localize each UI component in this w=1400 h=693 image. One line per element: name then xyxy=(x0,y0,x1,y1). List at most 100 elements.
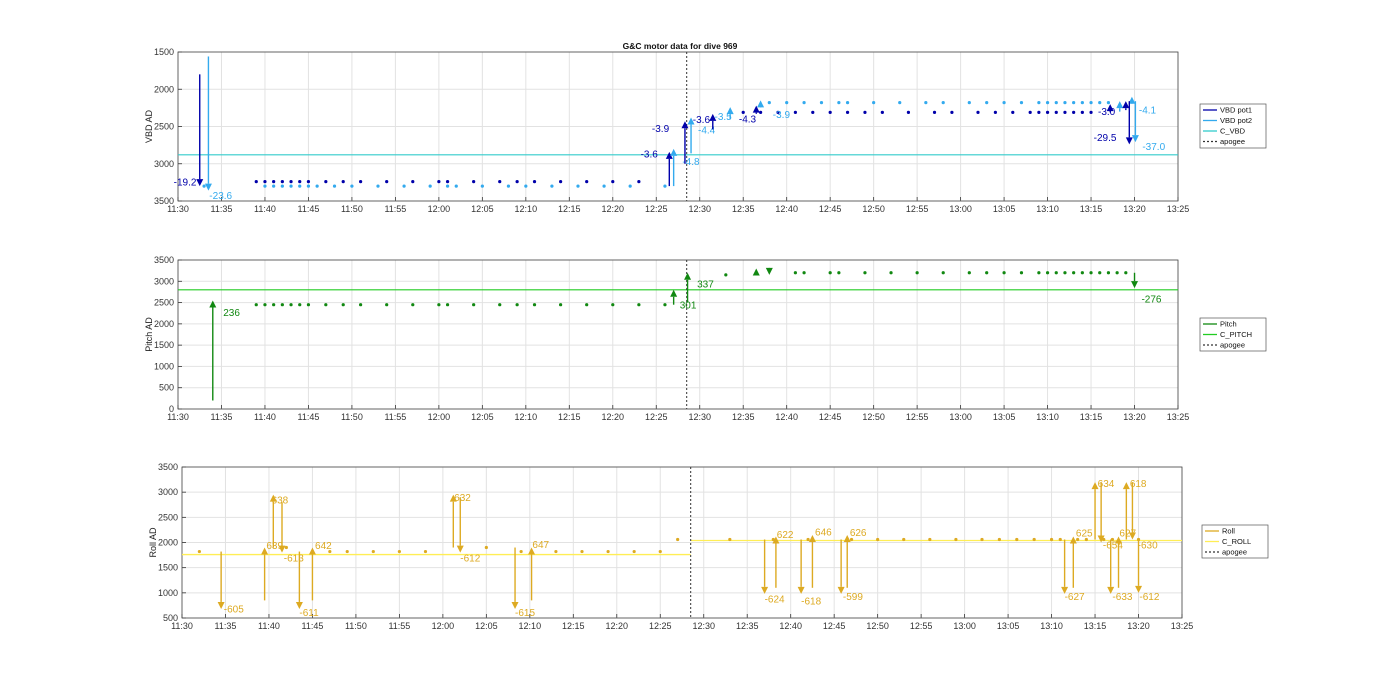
pot1-point xyxy=(1028,110,1032,114)
pot1-point xyxy=(585,180,589,184)
y-tick-label: 3500 xyxy=(154,255,174,265)
pot2-point xyxy=(454,184,458,188)
pot1-point xyxy=(472,180,476,184)
pot2-point xyxy=(1045,101,1050,105)
x-tick-label: 12:25 xyxy=(645,412,668,422)
data-point xyxy=(272,303,276,307)
move-arrow-label: -3.0 xyxy=(1098,107,1116,118)
y-axis-label: Roll AD xyxy=(148,527,158,558)
x-tick-label: 12:25 xyxy=(645,204,668,214)
pot2-point xyxy=(263,184,267,188)
pot1-point xyxy=(863,110,867,114)
pot2-point xyxy=(1037,101,1041,105)
data-point xyxy=(828,271,832,275)
pot2-point xyxy=(1019,101,1024,105)
y-tick-label: 3500 xyxy=(158,462,178,472)
move-arrow-label: 647 xyxy=(532,540,549,551)
data-point xyxy=(806,537,810,542)
data-point xyxy=(1063,271,1067,275)
legend-entry: apogee xyxy=(1220,341,1245,350)
x-tick-label: 11:35 xyxy=(215,621,237,631)
pot2-point xyxy=(1072,101,1076,105)
y-tick-label: 3000 xyxy=(158,487,178,497)
pot1-point xyxy=(932,110,937,114)
pot2-point xyxy=(967,101,971,105)
move-arrow-label: -23.6 xyxy=(209,191,232,202)
y-tick-label: 2500 xyxy=(158,512,178,522)
x-tick-label: 12:50 xyxy=(866,621,889,631)
data-point xyxy=(411,303,415,307)
x-tick-label: 12:05 xyxy=(471,204,494,214)
move-arrow-label: 634 xyxy=(1098,479,1115,490)
pot1-point xyxy=(880,110,884,114)
pot2-point xyxy=(845,101,850,105)
pot1-point xyxy=(359,180,363,184)
y-axis-label: VBD AD xyxy=(144,109,154,143)
y-tick-label: 500 xyxy=(159,383,174,393)
pot2-point xyxy=(898,101,902,105)
x-tick-label: 13:00 xyxy=(949,412,972,422)
x-tick-label: 13:10 xyxy=(1040,621,1063,631)
move-arrow-label: -29.5 xyxy=(1094,133,1117,144)
pot1-point xyxy=(845,110,850,114)
x-tick-label: 11:55 xyxy=(384,412,406,422)
x-tick-label: 13:05 xyxy=(993,412,1016,422)
x-tick-label: 12:15 xyxy=(558,412,581,422)
pot1-point xyxy=(341,180,345,184)
move-arrow-label: -3.6 xyxy=(693,115,711,126)
data-point xyxy=(1049,537,1054,542)
move-arrow-label: -633 xyxy=(1112,592,1132,603)
y-tick-label: 1000 xyxy=(154,361,174,371)
y-tick-label: 3000 xyxy=(154,159,174,169)
pot1-point xyxy=(324,180,328,184)
x-tick-label: 12:30 xyxy=(692,621,715,631)
move-arrow-label: -3.5 xyxy=(715,112,733,123)
x-tick-label: 13:10 xyxy=(1036,204,1059,214)
data-point xyxy=(1106,271,1111,275)
pot2-point xyxy=(376,184,380,188)
data-point xyxy=(837,271,841,275)
move-arrow-label: -276 xyxy=(1141,294,1161,305)
y-tick-label: 2000 xyxy=(158,538,178,548)
pot2-point xyxy=(1106,101,1111,105)
pot2-point xyxy=(602,184,606,188)
move-arrow-label: 626 xyxy=(850,528,867,539)
data-point xyxy=(1072,271,1076,275)
figure: G&C motor data for dive 969 11:30 11:35 11… xyxy=(0,0,1400,693)
panel-roll: 11:30 11:35 11:40 11:45 11:50 11:55 12:00 12:05… xyxy=(148,462,1269,631)
pot1-point xyxy=(263,180,267,184)
pot1-point xyxy=(976,110,980,114)
y-tick-label: 1000 xyxy=(158,588,178,598)
pot1-point xyxy=(828,110,832,114)
x-tick-label: 13:20 xyxy=(1127,621,1150,631)
pot2-point xyxy=(202,184,206,188)
data-point xyxy=(284,545,288,550)
pot1-point xyxy=(1072,110,1076,114)
data-point xyxy=(254,303,258,307)
data-point xyxy=(1080,271,1084,275)
data-point xyxy=(1037,271,1041,275)
move-arrow-label: -627 xyxy=(1065,592,1085,603)
data-point xyxy=(728,537,732,542)
data-point xyxy=(980,537,984,542)
data-point xyxy=(1015,537,1019,542)
y-tick-label: 2500 xyxy=(154,298,174,308)
x-tick-label: 12:35 xyxy=(736,621,759,631)
move-arrow-label: 337 xyxy=(697,279,714,290)
x-tick-label: 11:55 xyxy=(384,204,406,214)
x-tick-label: 12:50 xyxy=(862,412,885,422)
pot1-point xyxy=(1080,110,1084,114)
y-tick-label: 1500 xyxy=(154,340,174,350)
move-arrow-label: -611 xyxy=(299,608,319,619)
move-arrow-label: -19.2 xyxy=(174,178,197,189)
pot1-point xyxy=(993,110,997,114)
x-tick-label: 12:35 xyxy=(732,204,755,214)
move-arrow-label: -599 xyxy=(843,592,863,603)
x-tick-label: 12:00 xyxy=(432,621,455,631)
pot2-point xyxy=(428,184,432,188)
pot2-point xyxy=(767,101,771,105)
data-point xyxy=(997,537,1001,542)
data-point xyxy=(263,303,267,307)
pot2-point xyxy=(298,184,302,188)
x-tick-label: 11:45 xyxy=(302,621,324,631)
